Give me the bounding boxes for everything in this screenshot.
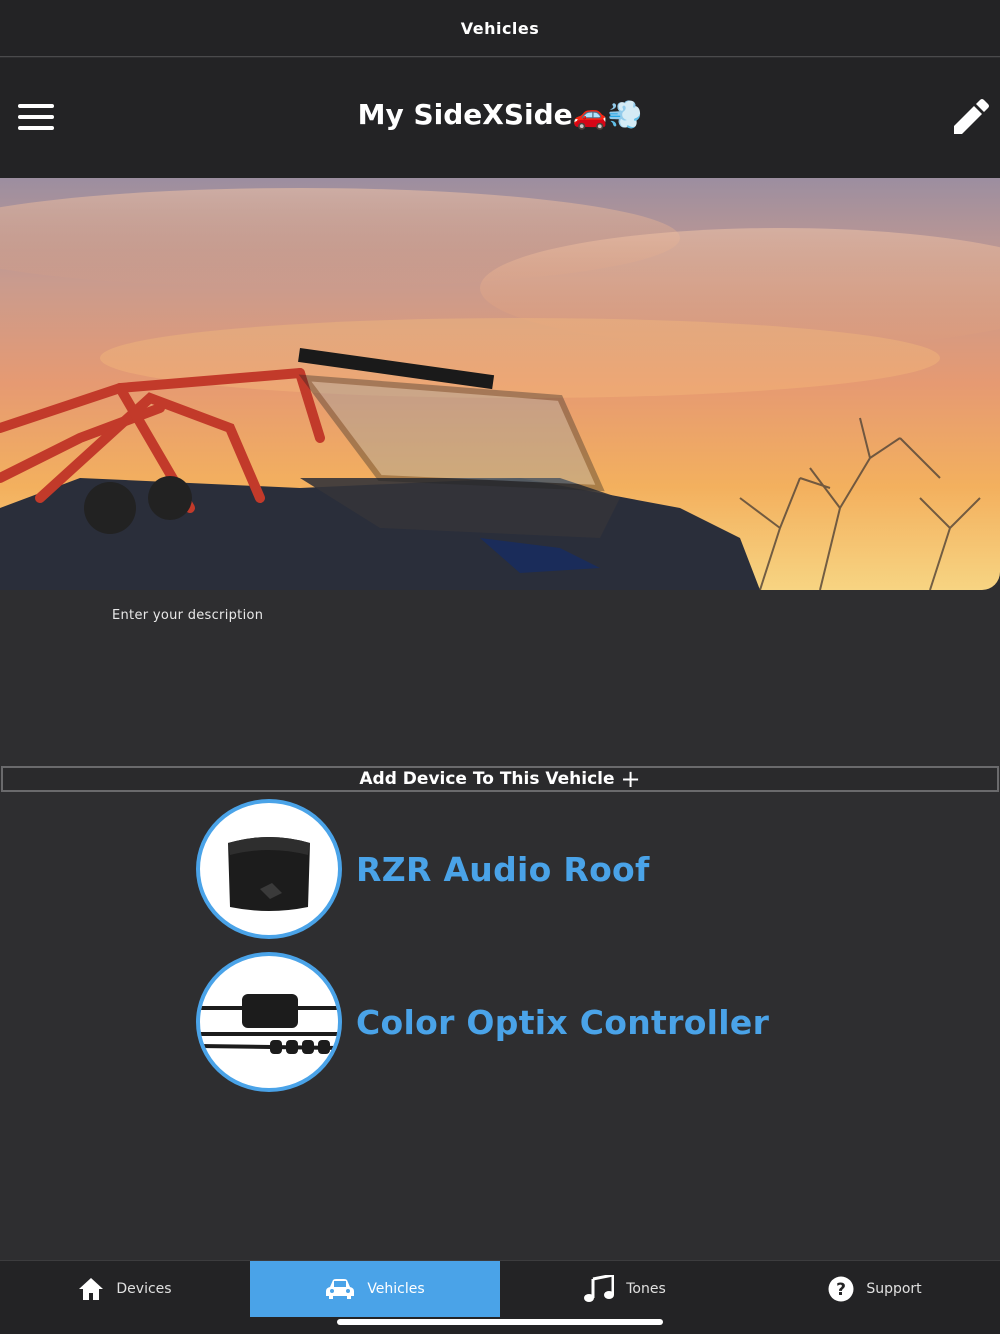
pencil-edit-icon[interactable] xyxy=(950,98,990,138)
music-note-icon xyxy=(584,1275,615,1302)
tab-support[interactable]: ? Support xyxy=(750,1261,1000,1317)
vehicle-description-input[interactable]: Enter your description xyxy=(112,608,263,623)
vehicle-title: My SideXSide🚗💨 xyxy=(357,98,643,131)
plus-icon: + xyxy=(620,765,641,793)
help-icon: ? xyxy=(828,1276,854,1302)
add-device-label: Add Device To This Vehicle xyxy=(359,769,615,789)
device-name: RZR Audio Roof xyxy=(356,849,650,889)
tab-devices[interactable]: Devices xyxy=(0,1261,250,1317)
svg-text:?: ? xyxy=(836,1280,846,1300)
device-item-color-optix-controller[interactable]: Color Optix Controller xyxy=(196,952,896,1092)
tab-tones[interactable]: Tones xyxy=(500,1261,750,1317)
color-optix-controller-product-image xyxy=(196,952,342,1092)
home-icon xyxy=(79,1278,104,1300)
tab-label: Tones xyxy=(626,1281,666,1297)
car-icon xyxy=(326,1279,355,1299)
status-title: Vehicles xyxy=(460,18,540,38)
home-indicator xyxy=(337,1319,663,1325)
vehicle-hero-image[interactable] xyxy=(0,178,1000,590)
tab-vehicles[interactable]: Vehicles xyxy=(250,1261,500,1317)
status-bar: Vehicles xyxy=(0,0,1000,57)
device-name: Color Optix Controller xyxy=(356,1002,770,1042)
nav-bar: My SideXSide🚗💨 xyxy=(0,58,1000,178)
add-device-button[interactable]: Add Device To This Vehicle + xyxy=(1,766,999,792)
tab-label: Support xyxy=(866,1281,922,1297)
tab-label: Vehicles xyxy=(367,1281,425,1297)
audio-roof-product-image xyxy=(196,799,342,939)
device-item-rzr-audio-roof[interactable]: RZR Audio Roof xyxy=(196,799,896,939)
tab-label: Devices xyxy=(116,1281,172,1297)
